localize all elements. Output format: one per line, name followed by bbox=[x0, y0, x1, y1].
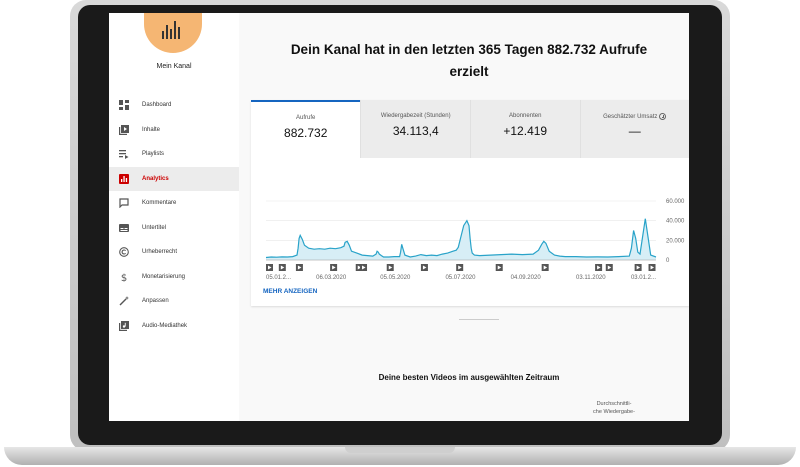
screen: Mein Kanal Dashboard Inhalte Playlists A… bbox=[109, 13, 689, 421]
video-marker[interactable] bbox=[278, 264, 286, 271]
video-marker[interactable] bbox=[330, 264, 338, 271]
sidebar-item-label: Urheberrecht bbox=[142, 249, 178, 256]
column-header-line: Durchschnittli- bbox=[596, 401, 632, 407]
column-header-line: che Wiedergabe- bbox=[593, 408, 635, 415]
video-marker[interactable] bbox=[456, 264, 464, 271]
sidebar-item-untertitel[interactable]: Untertitel bbox=[109, 216, 239, 241]
sidebar-item-dashboard[interactable]: Dashboard bbox=[109, 93, 239, 118]
column-header-avg-watch: Durchschnittli- che Wiedergabe- bbox=[569, 401, 659, 416]
sidebar-item-label: Dashboard bbox=[142, 102, 172, 109]
x-tick-label: 05.05.2020 bbox=[380, 275, 411, 280]
x-tick-label: 05.07.2020 bbox=[445, 275, 476, 280]
video-marker[interactable] bbox=[648, 264, 656, 271]
y-tick-label: 20.000 bbox=[666, 238, 685, 244]
metric-tabs: Aufrufe 882.732 Wiedergabezeit (Stunden)… bbox=[251, 100, 689, 158]
tab-aufrufe[interactable]: Aufrufe 882.732 bbox=[251, 100, 361, 158]
tab-value: 882.732 bbox=[284, 126, 328, 140]
sidebar-item-label: Anpassen bbox=[142, 298, 169, 305]
video-marker[interactable] bbox=[605, 264, 613, 271]
video-marker[interactable] bbox=[420, 264, 428, 271]
video-marker[interactable] bbox=[541, 264, 549, 271]
sidebar: Mein Kanal Dashboard Inhalte Playlists A… bbox=[109, 13, 239, 421]
x-tick-label: 03.11.2020 bbox=[576, 275, 606, 280]
playlist-icon bbox=[119, 149, 129, 160]
video-marker[interactable] bbox=[595, 264, 603, 271]
channel-name: Mein Kanal bbox=[156, 63, 192, 70]
sidebar-item-label: Analytics bbox=[142, 175, 169, 182]
sidebar-item-label: Inhalte bbox=[142, 126, 161, 133]
tab-umsatz[interactable]: Geschätzter Umsatz — bbox=[579, 100, 690, 158]
sidebar-item-label: Kommentare bbox=[142, 200, 177, 207]
x-tick-label: 04.09.2020 bbox=[511, 275, 542, 280]
video-marker[interactable] bbox=[295, 264, 303, 271]
analytics-icon bbox=[119, 173, 129, 184]
sidebar-nav: Dashboard Inhalte Playlists Analytics Ko… bbox=[109, 93, 239, 338]
tab-value: +12.419 bbox=[503, 124, 548, 138]
x-tick-label: 06.03.2020 bbox=[316, 275, 347, 280]
overview-card: Aufrufe 882.732 Wiedergabezeit (Stunden)… bbox=[251, 100, 689, 306]
magic-wand-icon bbox=[119, 296, 129, 306]
video-marker[interactable] bbox=[360, 264, 368, 271]
dollar-icon: $ bbox=[119, 272, 129, 282]
dashboard-icon bbox=[119, 100, 129, 111]
svg-text:$: $ bbox=[121, 273, 127, 282]
tab-label: Abonnenten bbox=[509, 113, 542, 119]
show-more-link[interactable]: MEHR ANZEIGEN bbox=[263, 288, 317, 295]
sidebar-item-label: Playlists bbox=[142, 151, 165, 158]
top-videos-title: Deine besten Videos im ausgewählten Zeit… bbox=[378, 373, 560, 382]
comment-icon bbox=[119, 198, 129, 209]
waveform-icon bbox=[162, 19, 184, 39]
tab-wiedergabezeit[interactable]: Wiedergabezeit (Stunden) 34.113,4 bbox=[360, 100, 470, 158]
sidebar-item-monetarisierung[interactable]: $ Monetarisierung bbox=[109, 265, 239, 290]
laptop-frame: Mein Kanal Dashboard Inhalte Playlists A… bbox=[0, 0, 800, 467]
sidebar-item-playlists[interactable]: Playlists bbox=[109, 142, 239, 167]
music-library-icon bbox=[119, 320, 129, 331]
sidebar-item-audio-mediathek[interactable]: Audio-Mediathek bbox=[109, 314, 239, 339]
sidebar-item-label: Audio-Mediathek bbox=[142, 322, 188, 329]
x-tick-label: 05.01.2... bbox=[266, 275, 291, 280]
channel-avatar[interactable] bbox=[144, 13, 202, 53]
views-chart: 60.000 40.000 20.000 0 05.01.2... 06.03.2020 0… bbox=[265, 199, 685, 280]
x-tick-label: 03.01.2... bbox=[631, 275, 656, 280]
laptop-notch bbox=[345, 447, 455, 453]
video-marker[interactable] bbox=[495, 264, 503, 271]
sidebar-item-label: Untertitel bbox=[142, 224, 167, 231]
y-tick-label: 40.000 bbox=[666, 219, 685, 225]
tab-label: Aufrufe bbox=[296, 115, 316, 121]
video-library-icon bbox=[119, 124, 129, 135]
sidebar-item-label: Monetarisierung bbox=[142, 273, 186, 280]
page-title: Dein Kanal hat in den letzten 365 Tagen … bbox=[290, 42, 648, 79]
y-tick-label: 60.000 bbox=[666, 199, 685, 205]
tab-label: Wiedergabezeit (Stunden) bbox=[380, 113, 451, 119]
info-icon[interactable] bbox=[659, 113, 667, 120]
views-area bbox=[266, 218, 656, 260]
sidebar-item-anpassen[interactable]: Anpassen bbox=[109, 289, 239, 314]
subtitles-icon bbox=[119, 223, 129, 233]
y-tick-label: 0 bbox=[666, 258, 670, 264]
tab-value: — bbox=[628, 124, 641, 138]
video-marker[interactable] bbox=[386, 264, 394, 271]
video-marker[interactable] bbox=[266, 264, 273, 271]
tab-label: Geschätzter Umsatz bbox=[603, 114, 658, 121]
section-divider bbox=[459, 319, 499, 320]
main-content: Dein Kanal hat in den letzten 365 Tagen … bbox=[249, 13, 689, 421]
video-marker[interactable] bbox=[634, 264, 642, 271]
sidebar-item-kommentare[interactable]: Kommentare bbox=[109, 191, 239, 216]
sidebar-item-urheberrecht[interactable]: Urheberrecht bbox=[109, 240, 239, 265]
sidebar-item-analytics[interactable]: Analytics bbox=[109, 166, 239, 191]
tab-label-wrap: Geschätzter Umsatz bbox=[581, 113, 690, 120]
copyright-icon bbox=[119, 247, 129, 258]
sidebar-item-inhalte[interactable]: Inhalte bbox=[109, 118, 239, 143]
tab-abonnenten[interactable]: Abonnenten +12.419 bbox=[469, 100, 580, 158]
tab-value: 34.113,4 bbox=[392, 124, 439, 138]
